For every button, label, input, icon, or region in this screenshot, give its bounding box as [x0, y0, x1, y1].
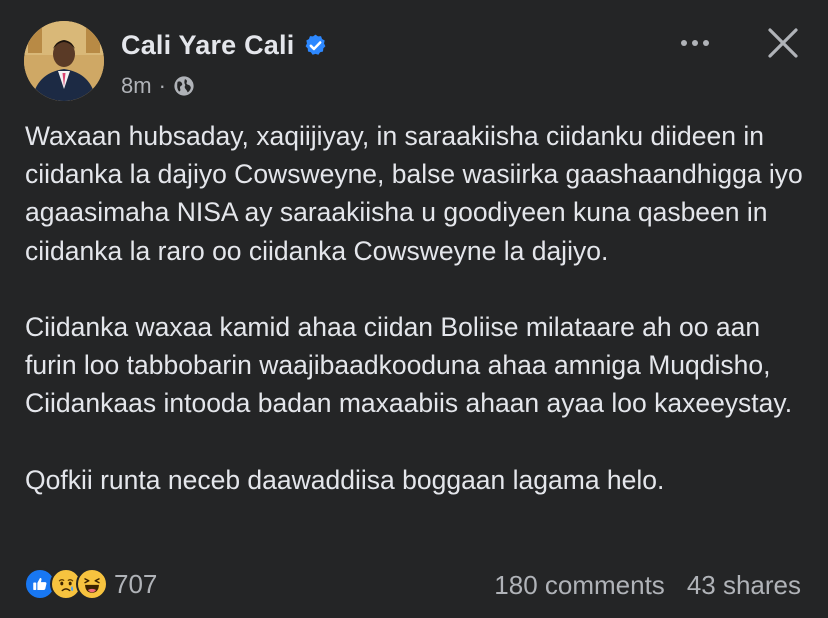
reactions-summary[interactable]: 707 — [24, 568, 157, 600]
post-paragraph: Qofkii runta neceb daawaddiisa boggaan l… — [25, 464, 665, 495]
more-dot — [703, 40, 709, 46]
avatar[interactable] — [24, 21, 104, 101]
verified-badge-icon — [303, 33, 328, 58]
reaction-count: 707 — [114, 568, 158, 599]
more-dot — [692, 40, 698, 46]
meta-separator: · — [158, 73, 166, 98]
post-meta: 8m · — [121, 73, 195, 99]
post-footer: 707 180 comments 43 shares — [0, 566, 828, 606]
post-paragraph: Ciidanka waxaa kamid ahaa ciidan Boliise… — [25, 312, 793, 419]
comments-count[interactable]: 180 comments — [494, 570, 665, 601]
post-paragraph: Waxaan hubsaday, xaqiijiyay, in saraakii… — [25, 121, 803, 266]
close-icon[interactable] — [764, 24, 802, 62]
author-name[interactable]: Cali Yare Cali — [121, 30, 294, 61]
post-body: Waxaan hubsaday, xaqiijiyay, in saraakii… — [25, 117, 815, 499]
post-timestamp[interactable]: 8m — [121, 73, 152, 99]
globe-icon[interactable] — [173, 75, 195, 97]
more-options-icon[interactable] — [672, 30, 718, 56]
shares-count[interactable]: 43 shares — [687, 570, 801, 601]
more-dot — [681, 40, 687, 46]
author-name-row: Cali Yare Cali — [121, 30, 328, 61]
haha-icon — [76, 568, 108, 600]
engagement-stats: 180 comments 43 shares — [494, 570, 801, 601]
